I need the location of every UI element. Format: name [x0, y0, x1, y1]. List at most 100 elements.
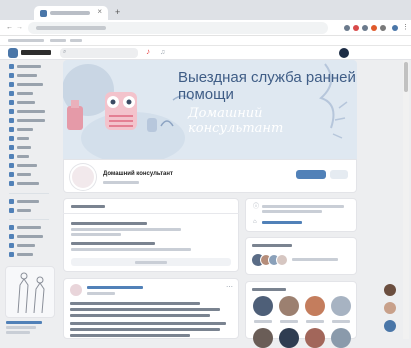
more-icon: [9, 252, 14, 257]
extension-icon[interactable]: [362, 25, 368, 31]
sidebar-label: [17, 119, 45, 122]
contact-avatar[interactable]: [279, 328, 299, 348]
sidebar-item[interactable]: [9, 91, 49, 97]
sidebar-label: [17, 173, 31, 176]
sidebar-ad-text: [6, 331, 30, 334]
sidebar-item[interactable]: [9, 234, 49, 240]
ads-icon: [9, 225, 14, 230]
post-text-line: [70, 302, 200, 305]
new-tab-icon[interactable]: +: [115, 8, 120, 17]
sidebar-item[interactable]: [9, 127, 49, 133]
members-title[interactable]: [252, 244, 292, 247]
contact-avatar[interactable]: [253, 296, 273, 316]
contact-name: [306, 320, 324, 323]
scrollbar[interactable]: [403, 60, 409, 339]
vk-logo-icon[interactable]: [8, 48, 18, 58]
scrollbar-thumb[interactable]: [404, 62, 408, 92]
discussion-topic[interactable]: [71, 222, 147, 225]
sidebar-item[interactable]: [9, 64, 49, 70]
sidebar-item[interactable]: [9, 145, 49, 151]
chat-avatar[interactable]: [384, 302, 396, 314]
vk-favicon-icon: [40, 10, 47, 17]
discussion-meta: [71, 233, 121, 236]
url-text: [36, 26, 106, 30]
sidebar-item[interactable]: [9, 118, 49, 124]
sidebar-item[interactable]: [9, 73, 49, 79]
sidebar-label: [17, 164, 37, 167]
discussions-title[interactable]: [71, 205, 105, 208]
sidebar-label: [17, 65, 41, 68]
bell-icon[interactable]: ♪: [146, 47, 150, 56]
sidebar-item[interactable]: [9, 136, 49, 142]
extension-icon[interactable]: [380, 25, 386, 31]
contacts-title[interactable]: [252, 288, 286, 291]
post-menu-icon[interactable]: ⋯: [226, 284, 233, 291]
extension-icon[interactable]: [371, 25, 377, 31]
members-count-text: [292, 258, 338, 261]
sidebar-divider: [9, 193, 49, 194]
chat-avatar[interactable]: [384, 284, 396, 296]
sidebar-item[interactable]: [9, 181, 49, 187]
sidebar-item[interactable]: [9, 208, 49, 214]
extension-icon[interactable]: [344, 25, 350, 31]
sidebar-ad-image[interactable]: [5, 266, 55, 318]
sidebar-label: [17, 83, 43, 86]
back-icon[interactable]: ←: [6, 24, 13, 31]
menu-icon[interactable]: ⋮: [402, 24, 409, 31]
bookmark-item[interactable]: [70, 39, 82, 42]
discussion-snippet: [71, 248, 191, 251]
sidebar-item[interactable]: [9, 172, 49, 178]
sidebar-item[interactable]: [9, 163, 49, 169]
contact-avatar[interactable]: [305, 296, 325, 316]
sidebar-item[interactable]: [9, 243, 49, 249]
sidebar-item[interactable]: [9, 252, 49, 258]
help-icon: [9, 243, 14, 248]
sidebar-item[interactable]: [9, 199, 49, 205]
more-button[interactable]: [330, 170, 348, 179]
post-date: [87, 292, 115, 295]
sidebar-item[interactable]: [9, 154, 49, 160]
contact-avatar[interactable]: [253, 328, 273, 348]
user-avatar[interactable]: [339, 48, 349, 58]
close-icon[interactable]: ×: [97, 8, 102, 16]
chat-avatar[interactable]: [384, 320, 396, 332]
contact-avatar[interactable]: [331, 328, 351, 348]
profile-icon[interactable]: [392, 25, 398, 31]
group-more-info-link[interactable]: [262, 221, 302, 224]
subscribe-button[interactable]: [296, 170, 326, 179]
ad-illustration-icon: [17, 272, 45, 314]
communities-icon: [9, 109, 14, 114]
browser-tab[interactable]: ×: [34, 6, 108, 20]
music-icon[interactable]: ♫: [160, 48, 165, 57]
discussion-topic[interactable]: [71, 242, 155, 245]
bookmark-item[interactable]: [8, 39, 44, 42]
clips-icon: [9, 145, 14, 150]
forward-icon[interactable]: →: [16, 24, 23, 31]
extension-icon[interactable]: [353, 25, 359, 31]
sidebar-label: [17, 182, 39, 185]
sidebar-item[interactable]: [9, 100, 49, 106]
contact-name: [254, 320, 272, 323]
search-icon: ⌕: [63, 49, 67, 55]
sidebar-item[interactable]: [9, 225, 49, 231]
post-text-line: [70, 328, 220, 331]
member-avatar[interactable]: [276, 254, 288, 266]
show-all-button[interactable]: [71, 258, 231, 266]
post-author-avatar[interactable]: [70, 284, 82, 296]
services-icon: [9, 181, 14, 186]
contact-avatar[interactable]: [305, 328, 325, 348]
contact-avatar[interactable]: [331, 296, 351, 316]
sidebar-item[interactable]: [9, 82, 49, 88]
search-input[interactable]: ⌕: [60, 48, 138, 58]
group-avatar[interactable]: [70, 164, 96, 190]
post-author-name[interactable]: [87, 286, 143, 289]
sidebar-label: [17, 74, 37, 77]
sidebar-item[interactable]: [9, 109, 49, 115]
sidebar-ad-title[interactable]: [6, 321, 42, 324]
sidebar-label: [17, 200, 39, 203]
bookmark-item[interactable]: [50, 39, 66, 42]
contact-avatar[interactable]: [279, 296, 299, 316]
sidebar-label: [17, 137, 29, 140]
address-bar[interactable]: [28, 22, 328, 34]
vk-logo-text: [21, 50, 51, 55]
